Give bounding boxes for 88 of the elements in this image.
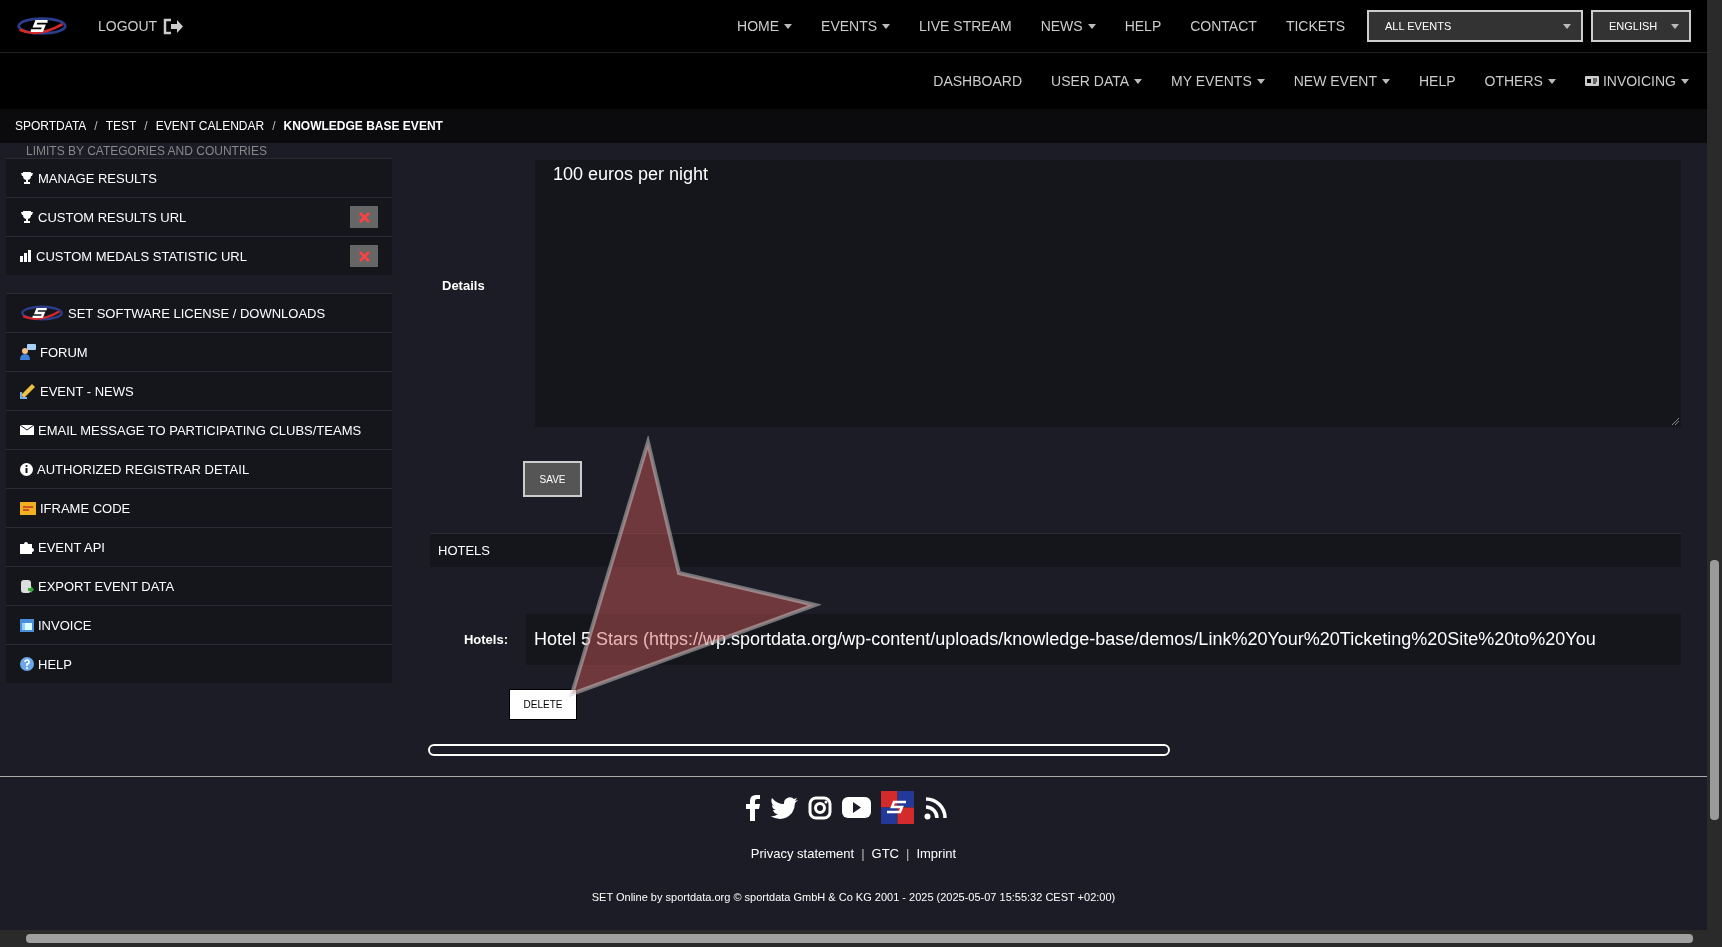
nav-link[interactable]: HELP (1418, 73, 1456, 89)
id-card-icon (1584, 76, 1599, 86)
event-select[interactable]: ALL EVENTS (1367, 10, 1583, 42)
logo-icon[interactable] (880, 791, 914, 824)
field-label: Hotels: (462, 631, 509, 649)
caret-icon (1256, 78, 1265, 84)
nav-link[interactable]: HELP (1124, 18, 1162, 34)
caret-icon (1681, 78, 1689, 84)
pencil-icon (20, 383, 36, 399)
breadcrumb-separator: / (94, 119, 98, 133)
caret-icon (1547, 78, 1556, 84)
link-separator: | (861, 846, 865, 861)
horizontal-scrollbar[interactable] (428, 744, 1170, 756)
details-textarea[interactable]: 100 euros per night (535, 160, 1681, 427)
instagram-icon[interactable] (807, 795, 832, 820)
table-icon (20, 618, 34, 632)
code-file-icon (20, 501, 36, 515)
language-select[interactable]: ENGLISH (1591, 10, 1691, 42)
facebook-icon[interactable] (745, 794, 760, 821)
caret-icon (882, 23, 891, 29)
nav-link[interactable]: MY EVENTS (1171, 73, 1265, 89)
resize-grip-icon (1672, 418, 1679, 425)
caret-icon (1671, 23, 1679, 29)
breadcrumb-separator: / (272, 119, 276, 133)
caret-icon (1563, 23, 1571, 29)
link-separator: | (906, 846, 910, 861)
field-label: Details (441, 276, 486, 295)
trophy-icon (20, 171, 34, 185)
nav-link[interactable]: NEW EVENT (1293, 73, 1390, 89)
sidebar-item[interactable]: EMAIL MESSAGE TO PARTICIPATING CLUBS/TEAMS (6, 410, 392, 449)
breadcrumb-current: KNOWLEDGE BASE EVENT (283, 119, 443, 133)
rss-icon[interactable] (923, 795, 948, 820)
sidebar-item[interactable]: LIMITS BY CATEGORIES AND COUNTRIES (6, 143, 267, 158)
sidebar-item[interactable]: MANAGE RESULTS (6, 158, 392, 197)
footer-link[interactable]: Imprint (916, 846, 957, 861)
help-icon (20, 657, 34, 671)
user-chat-icon (20, 344, 36, 360)
sidebar-item[interactable]: HELP (6, 644, 392, 683)
sidebar-item[interactable]: FORUM (6, 332, 392, 371)
database-export-icon (20, 578, 34, 594)
nav-link[interactable]: INVOICING (1584, 73, 1689, 89)
nav-link[interactable]: DASHBOARD (933, 73, 1022, 89)
sidebar-item[interactable]: EVENT - NEWS (6, 371, 392, 410)
nav-link[interactable]: USER DATA (1051, 73, 1143, 89)
footer-link[interactable]: Privacy statement (750, 846, 855, 861)
sidebar-item[interactable]: CUSTOM RESULTS URL (6, 197, 392, 236)
trophy-icon (20, 210, 34, 224)
copyright-text: SET Online by sportdata.org © sportdata GmbH & Co KG 2001 - 2025 (2025-05-07 15:55:32 CEST +02:00) (590, 891, 1117, 903)
panel-heading: HOTELS (430, 533, 1681, 567)
nav-link[interactable]: EVENTS (821, 18, 891, 34)
nav-link[interactable]: TICKETS (1285, 18, 1345, 34)
breadcrumb-link[interactable]: TEST (105, 119, 137, 133)
envelope-icon (20, 425, 34, 435)
sidebar-item[interactable]: IFRAME CODE (6, 488, 392, 527)
twitter-icon[interactable] (769, 796, 798, 819)
nav-link[interactable]: NEWS (1040, 18, 1096, 34)
nav-link[interactable]: CONTACT (1190, 18, 1257, 34)
sidebar-item[interactable]: EVENT API (6, 527, 392, 566)
nav-link[interactable]: LIVE STREAM (919, 18, 1012, 34)
logout-link[interactable]: LOGOUT (98, 17, 184, 35)
caret-icon (1087, 23, 1096, 29)
caret-icon (784, 23, 793, 29)
horizontal-scrollbar[interactable] (0, 930, 1707, 947)
close-icon (358, 211, 370, 223)
nav-link[interactable]: HOME (737, 18, 793, 34)
sidebar-item[interactable]: SET SOFTWARE LICENSE / DOWNLOADS (6, 293, 392, 332)
logo-icon (16, 15, 68, 37)
nav-link[interactable]: OTHERS (1484, 73, 1556, 89)
youtube-icon[interactable] (841, 797, 871, 818)
info-icon (20, 462, 33, 476)
close-icon (358, 250, 370, 262)
puzzle-icon (20, 540, 34, 554)
caret-icon (1381, 78, 1390, 84)
sidebar-item[interactable]: EXPORT EVENT DATA (6, 566, 392, 605)
footer-link[interactable]: GTC (871, 846, 899, 861)
sidebar-item[interactable]: AUTHORIZED REGISTRAR DETAIL (6, 449, 392, 488)
sidebar-item[interactable]: INVOICE (6, 605, 392, 644)
vertical-scrollbar[interactable] (1707, 0, 1722, 947)
bar-chart-icon (20, 250, 32, 262)
breadcrumb-link[interactable]: EVENT CALENDAR (155, 119, 265, 133)
breadcrumb-separator: / (144, 119, 148, 133)
delete-button[interactable]: DELETE (509, 689, 577, 720)
caret-icon (1134, 78, 1143, 84)
logout-icon (163, 17, 184, 35)
save-button[interactable]: SAVE (523, 461, 582, 497)
breadcrumb-link[interactable]: SPORTDATA (15, 119, 87, 133)
logo-icon (20, 304, 64, 322)
sidebar-item[interactable]: CUSTOM MEDALS STATISTIC URL (6, 236, 392, 275)
